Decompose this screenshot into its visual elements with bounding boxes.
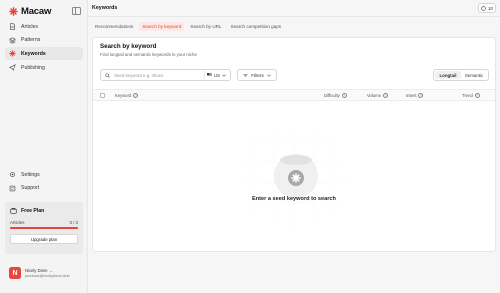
support-icon — [9, 185, 16, 191]
filters-label: Filters — [251, 72, 264, 78]
sidebar-toggle-icon[interactable] — [72, 7, 81, 15]
info-icon[interactable]: ? — [418, 93, 424, 98]
search-input[interactable]: Seed keyword e.g. shoes US — [100, 69, 231, 81]
column-trend[interactable]: Trend? — [462, 93, 480, 98]
sidebar-nav: Articles Patterns Keywords Publishing — [5, 20, 83, 75]
user-name: Nicely Done → — [25, 268, 53, 273]
sidebar-item-publishing[interactable]: Publishing — [5, 61, 83, 74]
keywords-icon — [9, 50, 16, 58]
panel-subtitle: Find longtail and semantic keywords in y… — [100, 52, 197, 57]
user-email: products@nicelydone.club — [25, 274, 70, 278]
sidebar-item-label: Keywords — [21, 50, 46, 57]
column-volume[interactable]: Volume? — [367, 93, 388, 98]
logo[interactable]: Macaw — [9, 6, 51, 17]
sidebar-bottom-nav: Settings Support — [5, 168, 83, 195]
plan-usage-value: 3 / 3 — [69, 220, 78, 225]
column-intent[interactable]: Intent? — [406, 93, 424, 98]
plan-usage-bar — [10, 227, 78, 229]
publishing-icon — [9, 64, 16, 72]
info-icon[interactable]: ? — [341, 93, 347, 98]
panel-title: Search by keyword — [100, 43, 157, 50]
gear-icon — [10, 172, 15, 177]
credits-button[interactable]: 10 — [478, 3, 496, 13]
tab-search-by-keyword[interactable]: Search by keyword — [139, 22, 185, 31]
plan-card: Free Plan Articles 3 / 3 Upgrade plan — [5, 202, 83, 254]
longtail-toggle[interactable]: Longtail — [435, 71, 461, 79]
sidebar-item-label: Support — [21, 185, 40, 192]
search-panel: Search by keyword Find longtail and sema… — [92, 37, 496, 252]
country-select[interactable]: US — [204, 71, 228, 79]
sidebar-item-settings[interactable]: Settings — [5, 168, 83, 181]
info-icon[interactable]: ? — [474, 93, 480, 98]
app-name: Macaw — [21, 6, 52, 17]
tab-search-competition-gaps[interactable]: Search competition gaps — [228, 22, 285, 31]
sidebar: Macaw Articles Patterns Keywords Publish… — [0, 0, 88, 293]
sidebar-item-label: Articles — [21, 23, 39, 30]
plan-usage-bar-fill — [10, 227, 78, 229]
page-title: Keywords — [92, 5, 118, 11]
plan-name: Free Plan — [21, 207, 45, 214]
patterns-icon — [9, 37, 16, 44]
user-profile[interactable]: N Nicely Done → products@nicelydone.club — [9, 267, 70, 279]
empty-state-illustration — [234, 122, 354, 232]
column-difficulty[interactable]: Difficulty? — [324, 93, 347, 98]
search-placeholder: Seed keyword e.g. shoes — [114, 72, 164, 78]
filter-icon — [243, 73, 248, 77]
sidebar-item-patterns[interactable]: Patterns — [5, 34, 83, 47]
table-header: Keyword? Difficulty? Volume? Intent? Tre… — [93, 89, 495, 101]
empty-state-message: Enter a seed keyword to search — [252, 196, 336, 202]
sidebar-item-label: Publishing — [21, 64, 45, 71]
credits-icon — [481, 5, 486, 11]
column-keyword[interactable]: Keyword? — [115, 93, 139, 98]
tab-search-by-url[interactable]: Search by URL — [187, 22, 224, 31]
us-flag-icon — [207, 73, 213, 77]
sidebar-item-support[interactable]: Support — [5, 182, 83, 195]
sidebar-item-label: Patterns — [21, 37, 41, 44]
semantic-toggle[interactable]: Semantic — [461, 71, 487, 79]
sidebar-item-label: Settings — [21, 171, 40, 178]
articles-icon — [10, 23, 15, 30]
info-icon[interactable]: ? — [382, 93, 388, 98]
main-content: Keywords 10 Recommendations Search by ke… — [89, 0, 500, 293]
sidebar-item-keywords[interactable]: Keywords — [5, 47, 83, 61]
macaw-logo-icon — [9, 7, 18, 16]
search-icon — [105, 72, 110, 78]
country-value: US — [214, 72, 220, 78]
sidebar-item-articles[interactable]: Articles — [5, 20, 83, 33]
plan-usage-label: Articles — [10, 220, 25, 225]
tab-recommendations[interactable]: Recommendations — [92, 22, 136, 31]
header: Keywords 10 — [89, 0, 500, 17]
plan-icon — [10, 208, 17, 214]
avatar: N — [9, 267, 21, 279]
chevron-down-icon — [266, 74, 271, 77]
filters-button[interactable]: Filters — [237, 69, 277, 81]
select-all-checkbox[interactable] — [100, 93, 105, 98]
info-icon[interactable]: ? — [133, 93, 139, 98]
tabs: Recommendations Search by keyword Search… — [92, 22, 284, 31]
credits-count: 10 — [488, 5, 493, 11]
chevron-down-icon — [222, 74, 226, 77]
keyword-type-toggle: Longtail Semantic — [433, 69, 489, 81]
upgrade-plan-button[interactable]: Upgrade plan — [10, 234, 78, 244]
